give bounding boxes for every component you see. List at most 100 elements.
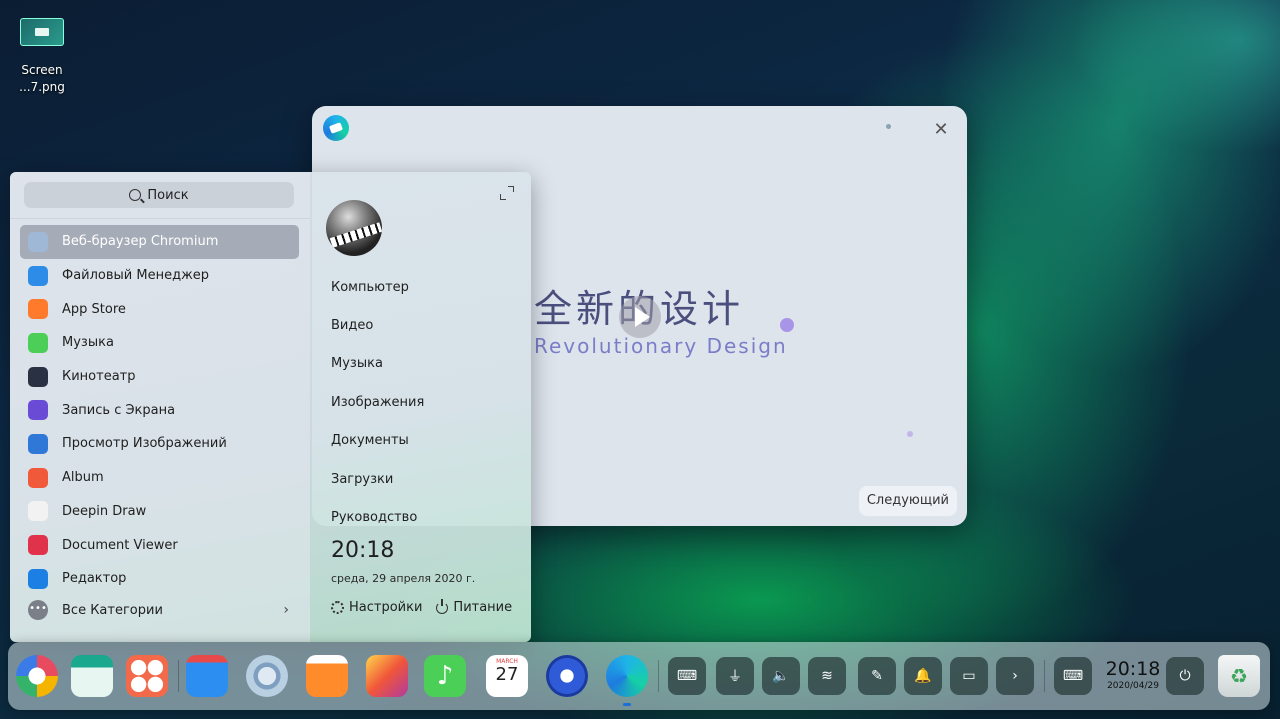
app-list-item[interactable]: Редактор	[20, 562, 299, 596]
launcher-icon[interactable]	[16, 655, 58, 697]
app-list-item[interactable]: Кинотеатр	[20, 360, 299, 394]
app-grid-icon[interactable]	[126, 655, 168, 697]
calendar-day: 27	[495, 664, 519, 685]
app-icon	[28, 400, 48, 421]
search-icon	[129, 189, 142, 201]
places-item[interactable]: Видео	[331, 306, 424, 344]
places-item[interactable]: Документы	[331, 422, 424, 460]
keyboard-layout-icon[interactable]: ⌨	[1054, 657, 1092, 695]
app-label: Запись с Экрана	[62, 402, 176, 418]
app-label: Album	[62, 470, 104, 486]
launcher-clock: 20:18	[331, 538, 395, 563]
battery-icon[interactable]: ▭	[950, 657, 988, 695]
wifi-icon[interactable]: ≋	[808, 657, 846, 695]
app-list-item[interactable]: Album	[20, 461, 299, 495]
app-label: Редактор	[62, 571, 127, 587]
keyboard-icon[interactable]: ⌨	[668, 657, 706, 695]
dock: ♪ MARCH 27 ⌨ ⏚ 🔈 ≋ ✎ 🔔 ▭ › ⌨ 20:18 2020/…	[8, 642, 1270, 710]
app-icon	[28, 467, 48, 488]
desktop-file-icon[interactable]: Screen ...7.png	[16, 14, 68, 96]
app-label: Просмотр Изображений	[62, 436, 227, 452]
chevron-right-icon[interactable]: ›	[996, 657, 1034, 695]
dock-divider	[178, 660, 179, 692]
divider	[10, 218, 310, 219]
app-icon	[28, 501, 48, 522]
app-list: Веб-браузер Chromium Файловый Менеджер App…	[20, 225, 299, 596]
decor-dot	[886, 124, 891, 129]
usb-icon[interactable]: ⏚	[716, 657, 754, 695]
fullscreen-icon[interactable]	[500, 186, 514, 200]
volume-icon[interactable]: 🔈	[762, 657, 800, 695]
image-file-thumbnail-icon	[20, 18, 64, 46]
decor-dot	[907, 431, 913, 437]
trash-icon[interactable]: ♻	[1218, 655, 1260, 697]
calendar-icon[interactable]: MARCH 27	[486, 655, 528, 697]
app-label: Deepin Draw	[62, 503, 147, 519]
control-center-icon[interactable]	[546, 655, 588, 697]
app-label: Музыка	[62, 335, 114, 351]
app-label: App Store	[62, 301, 126, 317]
app-label: Файловый Менеджер	[62, 268, 210, 284]
notification-bell-icon[interactable]: 🔔	[904, 657, 942, 695]
album-icon[interactable]	[366, 655, 408, 697]
gear-icon	[331, 601, 344, 614]
intro-title-english: Revolutionary Design	[534, 334, 788, 358]
app-icon	[28, 568, 48, 589]
shutdown-icon[interactable]: ⏻	[1166, 657, 1204, 695]
app-icon	[28, 265, 48, 286]
app-list-item[interactable]: Deepin Draw	[20, 495, 299, 529]
app-label: Document Viewer	[62, 537, 178, 553]
music-icon[interactable]: ♪	[424, 655, 466, 697]
app-icon	[28, 299, 48, 320]
file-manager-icon[interactable]	[186, 655, 228, 697]
app-label: Веб-браузер Chromium	[62, 234, 219, 250]
app-icon	[28, 535, 48, 556]
user-avatar[interactable]	[326, 200, 382, 256]
play-button[interactable]	[619, 296, 661, 338]
dock-divider	[1044, 660, 1045, 692]
app-list-item[interactable]: App Store	[20, 292, 299, 326]
app-list-item[interactable]: Document Viewer	[20, 528, 299, 562]
app-store-icon[interactable]	[306, 655, 348, 697]
app-list-item[interactable]: Веб-браузер Chromium	[20, 225, 299, 259]
app-list-item[interactable]: Файловый Менеджер	[20, 259, 299, 293]
places-item[interactable]: Загрузки	[331, 460, 424, 498]
app-icon	[28, 231, 48, 252]
app-list-pane: Поиск Веб-браузер Chromium Файловый Менед…	[10, 172, 310, 642]
power-button[interactable]: Питание	[436, 598, 513, 615]
places-item[interactable]: Руководство	[331, 498, 424, 536]
next-button[interactable]: Следующий	[858, 486, 957, 516]
places-item[interactable]: Компьютер	[331, 268, 424, 306]
desktop-file-label: Screen ...7.png	[19, 63, 65, 94]
all-categories-item[interactable]: ••• Все Категории ›	[20, 595, 299, 625]
power-label: Питание	[453, 600, 513, 615]
decor-dot	[780, 318, 794, 332]
search-input[interactable]: Поиск	[24, 182, 294, 208]
pen-icon[interactable]: ✎	[858, 657, 896, 695]
settings-button[interactable]: Настройки	[331, 600, 422, 615]
settings-label: Настройки	[349, 600, 423, 615]
places-list: Компьютер Видео Музыка Изображения Документы…	[331, 268, 424, 537]
close-button[interactable]: ✕	[931, 120, 951, 140]
app-label: Кинотеатр	[62, 369, 136, 385]
dock-clock[interactable]: 20:18 2020/04/29	[1104, 658, 1162, 692]
chromium-browser-icon[interactable]	[246, 655, 288, 697]
app-icon	[28, 332, 48, 353]
dock-date: 2020/04/29	[1107, 681, 1159, 691]
app-icon	[28, 366, 48, 387]
places-item[interactable]: Изображения	[331, 383, 424, 421]
app-list-item[interactable]: Запись с Экрана	[20, 393, 299, 427]
dock-divider	[658, 660, 659, 692]
app-icon	[28, 433, 48, 454]
places-item[interactable]: Музыка	[331, 345, 424, 383]
all-categories-label: Все Категории	[62, 602, 163, 618]
app-list-item[interactable]: Просмотр Изображений	[20, 427, 299, 461]
app-list-item[interactable]: Музыка	[20, 326, 299, 360]
launcher-actions: Настройки Питание	[331, 598, 513, 615]
multitasking-view-icon[interactable]	[71, 655, 113, 697]
dock-time: 20:18	[1105, 658, 1161, 680]
deepin-logo-icon	[323, 115, 349, 141]
places-pane: Компьютер Видео Музыка Изображения Документы…	[310, 172, 531, 642]
search-label: Поиск	[147, 187, 189, 203]
deepin-welcome-icon[interactable]	[606, 655, 648, 706]
